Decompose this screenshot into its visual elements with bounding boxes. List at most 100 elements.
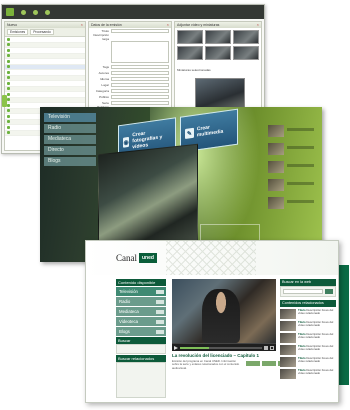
- thumbnail: [280, 321, 296, 331]
- list-item[interactable]: [268, 143, 314, 155]
- text-line: [287, 146, 314, 149]
- composite-screenshot: Nuevo × Emisiones Procesando Datos de la …: [0, 0, 350, 410]
- share-button[interactable]: [246, 361, 260, 366]
- related-item[interactable]: Título Descripción breve del vídeo relac…: [280, 368, 336, 379]
- thumbnail[interactable]: [177, 46, 203, 60]
- search-input[interactable]: [283, 289, 323, 294]
- canal-uned-logo[interactable]: Canal uned: [116, 253, 157, 263]
- menu-item-videoteca[interactable]: Videoteca: [116, 317, 166, 326]
- player-controls: [172, 343, 276, 351]
- arrow-icon: [156, 299, 164, 304]
- thumbnail[interactable]: [205, 30, 231, 44]
- list-item[interactable]: [268, 179, 314, 191]
- emission-form: Título Descripción larga Tags Autores Idioma…: [89, 28, 171, 119]
- related-text: Título Descripción breve del vídeo relac…: [298, 368, 334, 376]
- status-icon: [7, 37, 10, 41]
- header-pattern: [166, 241, 256, 275]
- close-icon[interactable]: ×: [257, 22, 261, 28]
- list-item[interactable]: [268, 161, 314, 173]
- pencil-icon: ✎: [185, 127, 194, 140]
- menu-label: Videoteca: [119, 319, 139, 324]
- text-field[interactable]: [111, 89, 169, 93]
- user-icon[interactable]: [33, 9, 38, 15]
- download-button[interactable]: [262, 361, 276, 366]
- field-label: Público: [99, 95, 109, 99]
- related-item[interactable]: Título Descripción breve del vídeo relac…: [280, 308, 336, 319]
- search-field[interactable]: [116, 344, 166, 354]
- status-icon: [7, 76, 10, 80]
- search-button[interactable]: [325, 289, 333, 294]
- thumbnail: [280, 309, 296, 319]
- arrow-icon: [156, 319, 164, 324]
- panel-title: Nuevo: [7, 23, 18, 27]
- list-item[interactable]: [268, 125, 314, 137]
- list-item[interactable]: [268, 197, 314, 209]
- thumbnail: [280, 369, 296, 379]
- thumbnail[interactable]: [205, 46, 231, 60]
- thumbnail[interactable]: [233, 30, 259, 44]
- description-textarea[interactable]: [111, 41, 169, 63]
- text-field[interactable]: [111, 83, 169, 87]
- related-item[interactable]: Título Descripción breve del vídeo relac…: [280, 320, 336, 331]
- related-title: Título: [298, 308, 307, 312]
- status-icon: [7, 81, 10, 85]
- related-item[interactable]: Título Descripción breve del vídeo relac…: [280, 344, 336, 355]
- right-header: Buscar en la web: [280, 279, 336, 286]
- progress-bar[interactable]: [180, 346, 262, 349]
- text-field[interactable]: [111, 71, 169, 75]
- text-field[interactable]: [111, 95, 169, 99]
- menu-item-television[interactable]: Televisión: [116, 287, 166, 296]
- status-icon: [7, 98, 10, 102]
- nav-item-television[interactable]: Televisión: [44, 113, 96, 122]
- related-item[interactable]: Título Descripción breve del vídeo relac…: [280, 332, 336, 343]
- play-icon[interactable]: [174, 345, 178, 350]
- speaker-figure: [202, 289, 240, 343]
- thumbnail[interactable]: [233, 46, 259, 60]
- web-search: [280, 286, 336, 297]
- status-icon: [7, 59, 10, 63]
- progress-fill: [180, 346, 209, 349]
- volume-icon[interactable]: [264, 345, 268, 350]
- field-label: Idioma: [99, 77, 109, 81]
- status-icon: [7, 87, 10, 91]
- tab-emisiones[interactable]: Emisiones: [7, 29, 29, 35]
- status-icon: [7, 120, 10, 124]
- fullscreen-icon[interactable]: [270, 345, 274, 350]
- nav-item-blogs[interactable]: Blogs: [44, 157, 96, 166]
- menu-item-mediateca[interactable]: Mediateca: [116, 307, 166, 316]
- nav-item-mediateca[interactable]: Mediateca: [44, 135, 96, 144]
- field-label: Descripción larga: [93, 33, 109, 41]
- menu-item-blogs[interactable]: Blogs: [116, 327, 166, 336]
- nav-item-radio[interactable]: Radio: [44, 124, 96, 133]
- close-icon[interactable]: ×: [167, 22, 171, 28]
- text-field[interactable]: [111, 101, 169, 105]
- admin-topbar: [2, 5, 264, 19]
- tab-procesando[interactable]: Procesando: [30, 29, 54, 35]
- side-handle[interactable]: [2, 95, 7, 107]
- settings-icon[interactable]: [45, 9, 50, 15]
- text-field[interactable]: [111, 77, 169, 81]
- video-player[interactable]: [172, 279, 276, 351]
- field-label: Lugar: [101, 83, 109, 87]
- thumbnail[interactable]: [177, 30, 203, 44]
- tv-nav: Televisión Radio Mediateca Directo Blogs: [44, 113, 96, 173]
- decorative-stripe: [339, 265, 349, 385]
- related-text: Título Descripción breve del vídeo relac…: [298, 308, 334, 316]
- menu-item-radio[interactable]: Radio: [116, 297, 166, 306]
- nav-item-directo[interactable]: Directo: [44, 146, 96, 155]
- thumbnail: [268, 197, 284, 209]
- close-icon[interactable]: ×: [81, 22, 85, 28]
- arrow-icon: [156, 329, 164, 334]
- related-item[interactable]: Título Descripción breve del vídeo relac…: [280, 356, 336, 367]
- form-row: Descripción larga: [89, 33, 171, 41]
- status-icon: [7, 54, 10, 58]
- text-field[interactable]: [111, 65, 169, 69]
- panel-title: Adjuntar vídeo y miniaturas: [177, 23, 220, 27]
- related-title: Título: [298, 344, 307, 348]
- home-icon[interactable]: [21, 9, 26, 15]
- text-field[interactable]: [111, 29, 169, 33]
- status-icon: [7, 65, 10, 69]
- status-icon: [7, 109, 10, 113]
- text-line: [287, 182, 314, 185]
- content-menu: Contenido disponible Televisión Radio Me…: [116, 279, 166, 336]
